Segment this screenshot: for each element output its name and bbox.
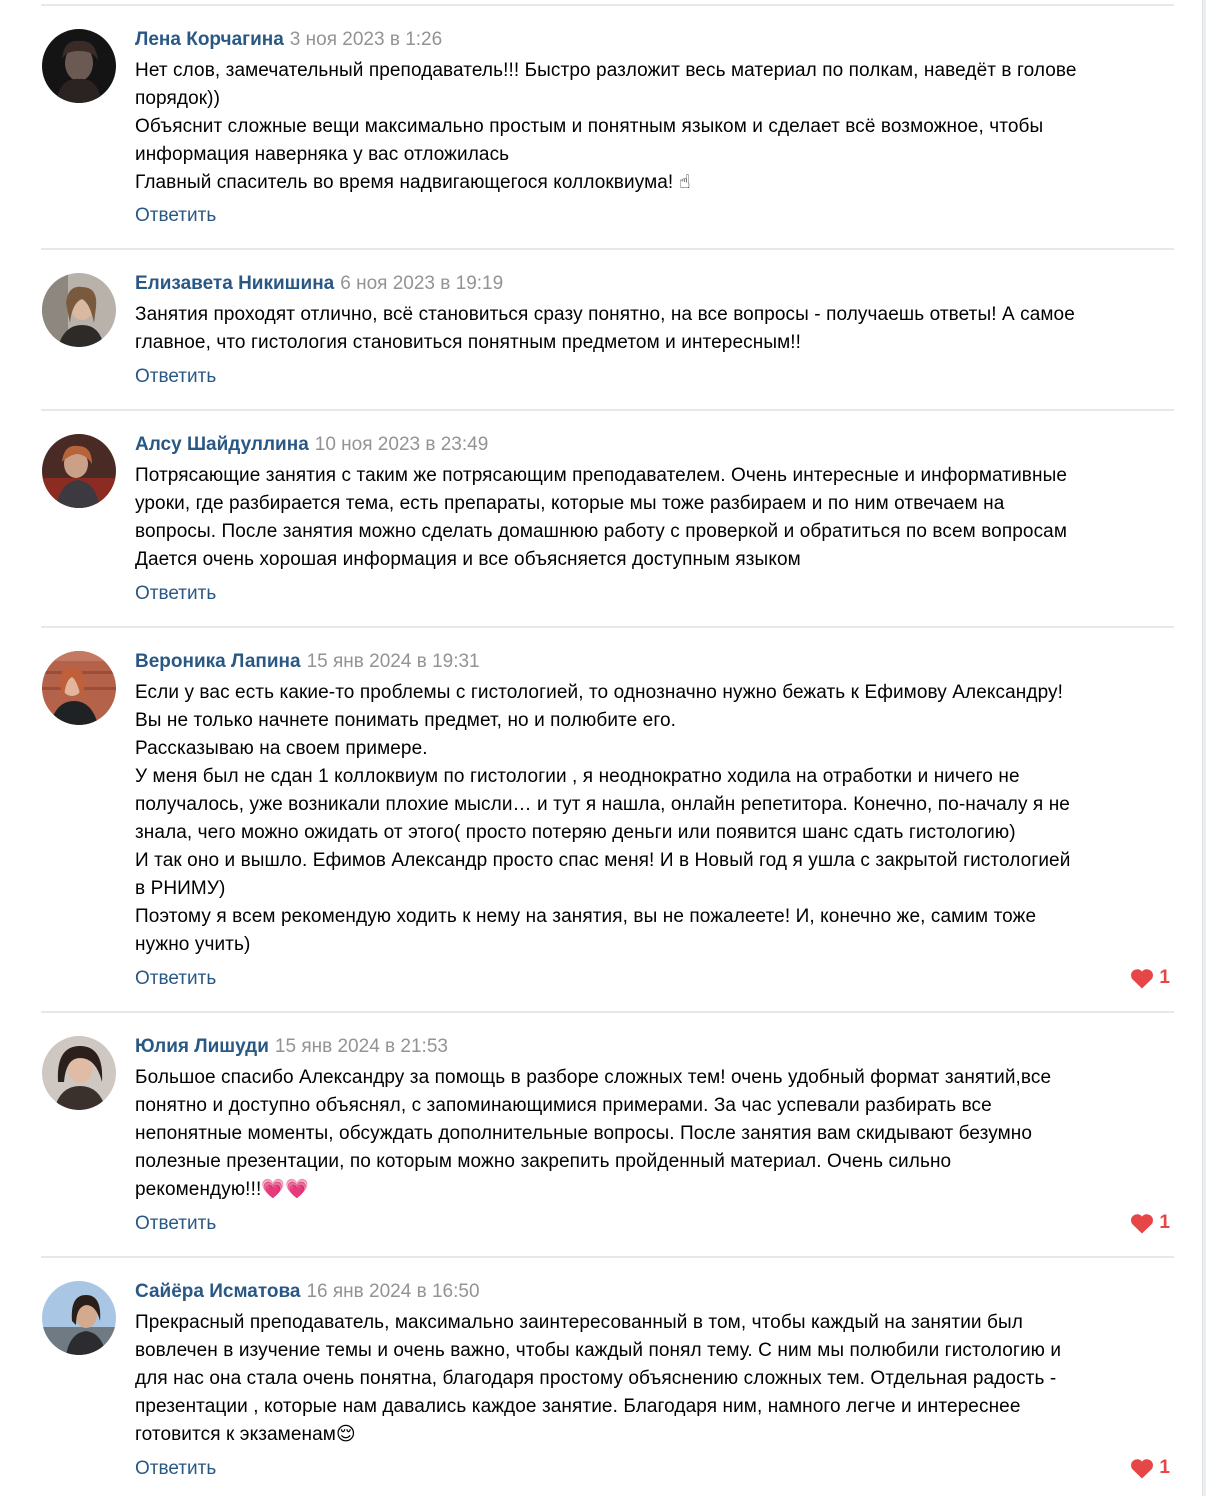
- like-count: 1: [1159, 1212, 1170, 1233]
- like-button[interactable]: 1: [1114, 1210, 1174, 1236]
- heart-icon: [1131, 1214, 1153, 1234]
- comment-text: Занятия проходят отлично, всё становитьс…: [135, 304, 1075, 353]
- avatar-photo-sky[interactable]: [42, 1281, 116, 1355]
- comment-text: Если у вас есть какие-то проблемы с гист…: [135, 682, 1071, 955]
- comment-date[interactable]: 16 янв 2024 в 16:50: [306, 1281, 479, 1302]
- comments-panel: Лена Корчагина 3 ноя 2023 в 1:26 Нет слов…: [0, 0, 1203, 1496]
- reply-button[interactable]: Ответить: [135, 967, 216, 991]
- author-name[interactable]: Юлия Лишуди: [135, 1036, 269, 1057]
- avatar-photo-brick[interactable]: [42, 651, 116, 725]
- author-name[interactable]: Сайёра Исматова: [135, 1281, 300, 1302]
- reply-button[interactable]: Ответить: [135, 1457, 216, 1481]
- comment-text: Прекрасный преподаватель, максимально за…: [135, 1312, 1062, 1445]
- author-name[interactable]: Алсу Шайдуллина: [135, 434, 309, 455]
- reply-button[interactable]: Ответить: [135, 365, 216, 389]
- comment-header: Вероника Лапина 15 янв 2024 в 19:31: [135, 650, 480, 674]
- like-count: 1: [1159, 967, 1170, 988]
- like-button[interactable]: 1: [1114, 965, 1174, 991]
- comment-date[interactable]: 10 ноя 2023 в 23:49: [315, 434, 489, 455]
- comment-header: Алсу Шайдуллина 10 ноя 2023 в 23:49: [135, 433, 488, 457]
- avatar-photo-red[interactable]: [42, 434, 116, 508]
- comment-header: Елизавета Никишина 6 ноя 2023 в 19:19: [135, 272, 503, 296]
- avatar-photo-dark[interactable]: [42, 29, 116, 103]
- author-name[interactable]: Вероника Лапина: [135, 651, 301, 672]
- comment-date[interactable]: 15 янв 2024 в 21:53: [275, 1036, 448, 1057]
- comment-text: Большое спасибо Александру за помощь в р…: [135, 1067, 1052, 1200]
- comment-text: Нет слов, замечательный преподаватель!!!…: [135, 60, 1077, 193]
- like-button[interactable]: 1: [1114, 1455, 1174, 1481]
- reply-button[interactable]: Ответить: [135, 1212, 216, 1236]
- author-name[interactable]: Лена Корчагина: [135, 29, 284, 50]
- author-name[interactable]: Елизавета Никишина: [135, 273, 334, 294]
- comment-date[interactable]: 3 ноя 2023 в 1:26: [290, 29, 442, 50]
- reply-button[interactable]: Ответить: [135, 204, 216, 228]
- comment-item: Елизавета Никишина 6 ноя 2023 в 19:19 Зан…: [41, 250, 1174, 411]
- comment-item: Юлия Лишуди 15 янв 2024 в 21:53 Большое с…: [41, 1013, 1174, 1258]
- comment-header: Юлия Лишуди 15 янв 2024 в 21:53: [135, 1035, 448, 1059]
- comment-item: Вероника Лапина 15 янв 2024 в 19:31 Если …: [41, 628, 1174, 1013]
- comment-item: Алсу Шайдуллина 10 ноя 2023 в 23:49 Потря…: [41, 411, 1174, 628]
- heart-icon: [1131, 1459, 1153, 1479]
- reply-button[interactable]: Ответить: [135, 582, 216, 606]
- avatar-photo-mirror[interactable]: [42, 273, 116, 347]
- comment-item: Сайёра Исматова 16 янв 2024 в 16:50 Прекр…: [41, 1258, 1174, 1496]
- comment-header: Сайёра Исматова 16 янв 2024 в 16:50: [135, 1280, 480, 1304]
- avatar-photo-portrait[interactable]: [42, 1036, 116, 1110]
- like-count: 1: [1159, 1457, 1170, 1478]
- comment-item: Лена Корчагина 3 ноя 2023 в 1:26 Нет слов…: [41, 6, 1174, 250]
- heart-icon: [1131, 969, 1153, 989]
- comment-header: Лена Корчагина 3 ноя 2023 в 1:26: [135, 28, 442, 52]
- comment-date[interactable]: 6 ноя 2023 в 19:19: [340, 273, 503, 294]
- comment-date[interactable]: 15 янв 2024 в 19:31: [307, 651, 480, 672]
- comment-text: Потрясающие занятия с таким же потрясающ…: [135, 465, 1068, 570]
